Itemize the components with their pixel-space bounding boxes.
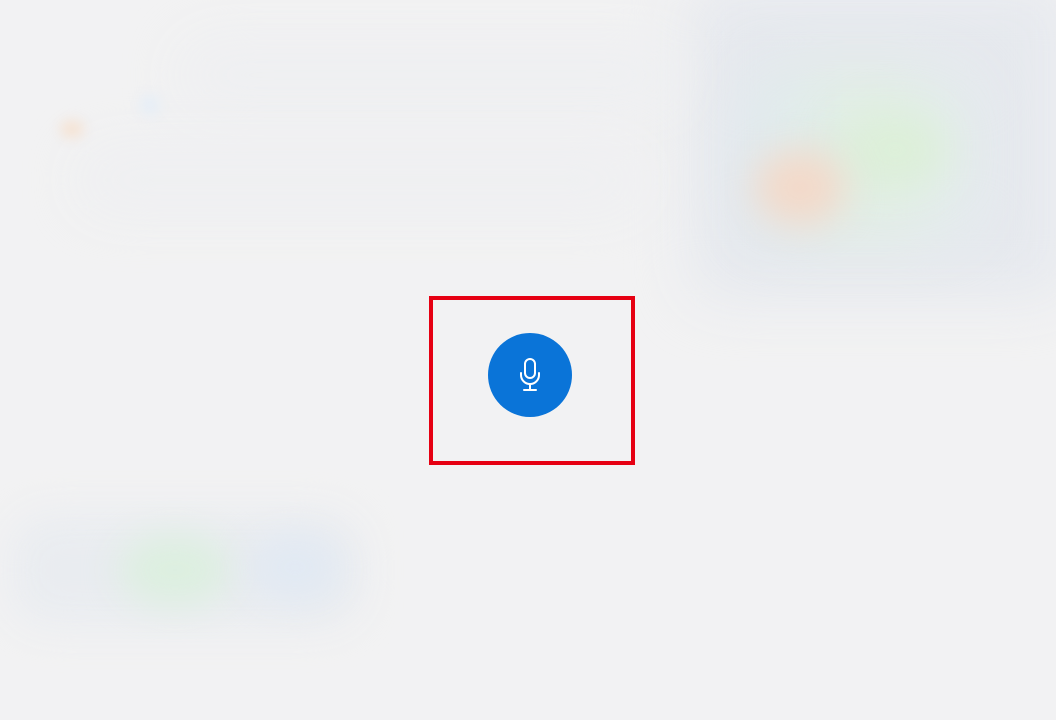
- blurred-shape: [840, 110, 950, 190]
- blurred-shape: [120, 535, 230, 605]
- microphone-icon: [520, 358, 540, 391]
- blurred-screen: [0, 0, 1056, 720]
- voice-input-button[interactable]: [488, 333, 572, 417]
- blurred-band: [80, 150, 640, 210]
- blurred-band: [180, 40, 680, 110]
- blurred-shape: [250, 535, 340, 600]
- blurred-shape: [755, 150, 845, 225]
- blurred-dot: [60, 120, 84, 138]
- blurred-dot: [140, 95, 160, 115]
